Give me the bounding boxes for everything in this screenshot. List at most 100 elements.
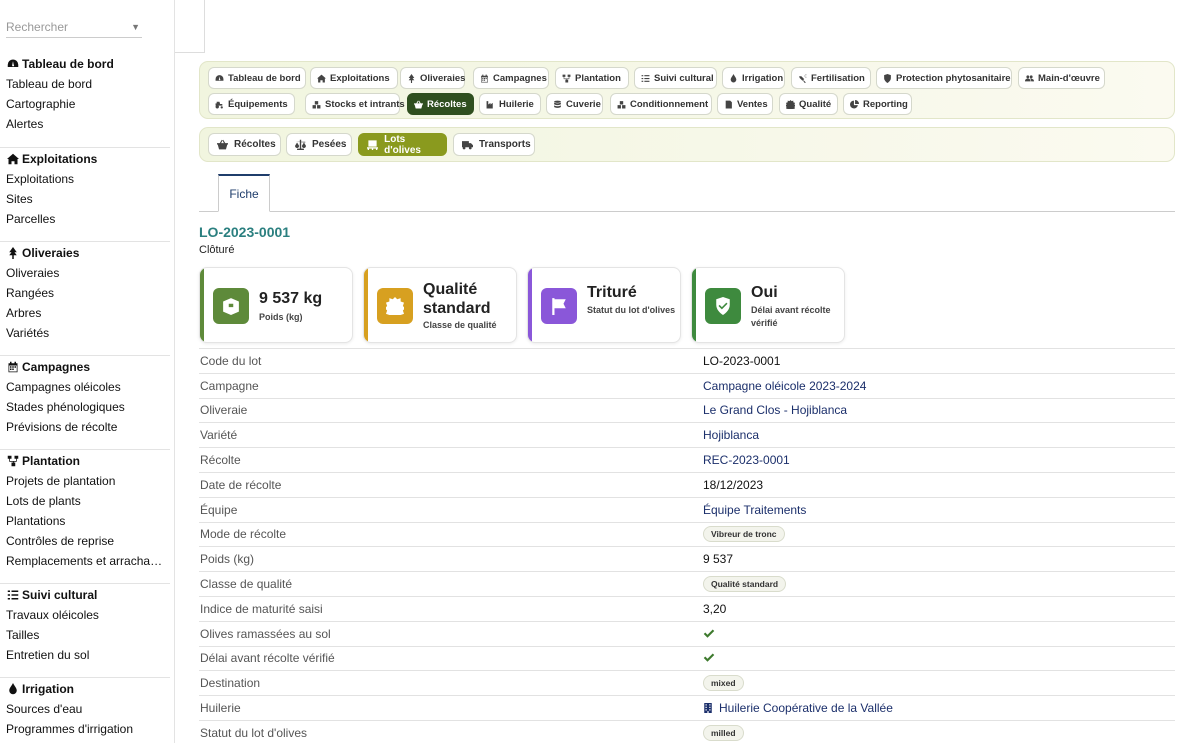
sidebar-item[interactable]: Stades phénologiques: [0, 397, 168, 417]
sidebar-section-5: Suivi cultural Travaux oléicoles Tailles En…: [0, 583, 170, 665]
nav-item-label: Ventes: [737, 98, 768, 110]
nav-item[interactable]: Protection phytosanitaire: [876, 67, 1012, 89]
nav-item[interactable]: Ventes: [717, 93, 773, 115]
nav-item[interactable]: Irrigation: [722, 67, 785, 89]
subnav-item[interactable]: Pesées: [286, 133, 352, 156]
sidebar-item[interactable]: Sources d'eau: [0, 699, 168, 719]
status-badge: mixed: [703, 675, 744, 692]
nav-item[interactable]: Équipements: [208, 93, 295, 115]
nav-item[interactable]: Plantation: [555, 67, 629, 89]
nav-item-label: Tableau de bord: [228, 72, 301, 84]
sidebar-item[interactable]: Cartographie: [0, 94, 168, 114]
sidebar-item[interactable]: Sites: [0, 189, 168, 209]
sidebar-item[interactable]: Variétés: [0, 323, 168, 343]
subnav-item-label: Pesées: [312, 139, 347, 150]
nav-item-label: Cuverie: [566, 98, 601, 110]
sidebar-item[interactable]: Tableau de bord: [0, 74, 168, 94]
nav-item[interactable]: Oliveraies: [400, 67, 465, 89]
sidebar-item[interactable]: Exploitations: [0, 169, 168, 189]
sidebar-item[interactable]: Rangées: [0, 283, 168, 303]
sidebar-item[interactable]: Contrôles de reprise: [0, 531, 168, 551]
sidebar-item[interactable]: Remplacements et arrachages: [0, 551, 168, 571]
tab-fiche[interactable]: Fiche: [218, 174, 270, 212]
detail-label: Récolte: [200, 453, 241, 468]
sidebar-item[interactable]: Plantations: [0, 511, 168, 531]
sidebar-section-title[interactable]: Oliveraies: [0, 243, 170, 263]
nav-item-label: Récoltes: [427, 98, 467, 110]
kpi-value: Oui: [751, 284, 778, 301]
sidebar-item[interactable]: Tailles: [0, 625, 168, 645]
nav-item[interactable]: Suivi cultural: [634, 67, 717, 89]
sidebar-item[interactable]: Prévisions de récolte: [0, 417, 168, 437]
nav-item[interactable]: Campagnes: [473, 67, 549, 89]
nav-item[interactable]: Tableau de bord: [208, 67, 306, 89]
certificate-icon: [377, 288, 413, 324]
nav-item[interactable]: Exploitations: [310, 67, 398, 89]
sidebar-section-label: Suivi cultural: [22, 588, 98, 602]
nav-item[interactable]: Stocks et intrants: [305, 93, 405, 115]
sidebar-section-title[interactable]: Irrigation: [0, 679, 170, 699]
detail-value: 9 537: [703, 552, 734, 567]
detail-link[interactable]: Huilerie Coopérative de la Vallée: [703, 701, 893, 715]
sidebar-section-title[interactable]: Suivi cultural: [0, 585, 170, 605]
certificate-icon: [786, 98, 795, 110]
detail-label: Campagne: [200, 378, 259, 393]
nav-item[interactable]: Qualité: [779, 93, 838, 115]
detail-label: Huilerie: [200, 701, 241, 716]
kpi-value: 9 537 kg: [259, 290, 323, 307]
search-divider: [175, 0, 205, 53]
detail-row: Olives ramassées au sol: [199, 620, 1175, 646]
nav-item-label: Reporting: [863, 98, 908, 110]
nav-item[interactable]: Main-d'œuvre: [1018, 67, 1105, 89]
status-badge: Vibreur de tronc: [703, 526, 785, 543]
sidebar-item[interactable]: Entretien du sol: [0, 645, 168, 665]
sidebar-item[interactable]: Arbres: [0, 303, 168, 323]
sidebar-section-title[interactable]: Plantation: [0, 451, 170, 471]
home-icon: [6, 153, 20, 165]
nav-item[interactable]: Récoltes: [407, 93, 474, 115]
detail-row: Poids (kg) 9 537: [199, 546, 1175, 571]
detail-link[interactable]: Le Grand Clos - Hojiblanca: [703, 403, 847, 417]
nav-item[interactable]: Cuverie: [546, 93, 603, 115]
sidebar-section-title[interactable]: Tableau de bord: [0, 54, 170, 74]
sidebar-section-title[interactable]: Exploitations: [0, 149, 170, 169]
chevron-down-icon[interactable]: ▼: [131, 22, 140, 32]
sidebar-item[interactable]: Campagnes oléicoles: [0, 377, 168, 397]
detail-link[interactable]: REC-2023-0001: [703, 453, 790, 467]
subnav-item[interactable]: Récoltes: [208, 133, 281, 156]
subnav-item[interactable]: Lots d'olives: [358, 133, 447, 156]
sidebar-item[interactable]: Lots de plants: [0, 491, 168, 511]
detail-link[interactable]: Hojiblanca: [703, 428, 759, 442]
sidebar-item[interactable]: Travaux oléicoles: [0, 605, 168, 625]
home-icon: [317, 72, 326, 84]
kpi-card: Oui Délai avant récolte vérifié: [691, 267, 845, 343]
detail-link[interactable]: Équipe Traitements: [703, 503, 806, 517]
sidebar-item[interactable]: Programmes d'irrigation: [0, 719, 168, 739]
sidebar-section-title[interactable]: Campagnes: [0, 357, 170, 377]
detail-label: Olives ramassées au sol: [200, 626, 331, 641]
droplet-icon: [729, 72, 738, 84]
nav-item[interactable]: Fertilisation: [791, 67, 871, 89]
tractor-icon: [215, 98, 224, 110]
sidebar-item[interactable]: Parcelles: [0, 209, 168, 229]
sidebar-item[interactable]: Alertes: [0, 114, 168, 134]
detail-link[interactable]: Campagne oléicole 2023-2024: [703, 379, 866, 393]
boxes-icon: [312, 98, 321, 110]
boxes-icon: [617, 98, 626, 110]
subnav-item-label: Lots d'olives: [384, 133, 421, 156]
database-icon: [553, 98, 562, 110]
sidebar-item[interactable]: Oliveraies: [0, 263, 168, 283]
calendar-icon: [480, 72, 489, 84]
subnav-item[interactable]: Transports: [453, 133, 535, 156]
nav-item[interactable]: Conditionnement: [610, 93, 712, 115]
scale-icon: [295, 138, 306, 151]
nav-item-label: Équipements: [228, 98, 288, 110]
search-input[interactable]: Rechercher ▼: [6, 16, 142, 38]
nav-item-label: Protection phytosanitaire: [896, 72, 1011, 84]
search-placeholder: Rechercher: [6, 19, 69, 34]
nav-item[interactable]: Reporting: [843, 93, 912, 115]
detail-label: Date de récolte: [200, 477, 282, 492]
sidebar-item[interactable]: Projets de plantation: [0, 471, 168, 491]
nav-item[interactable]: Huilerie: [479, 93, 541, 115]
detail-row: Équipe Équipe Traitements: [199, 496, 1175, 522]
